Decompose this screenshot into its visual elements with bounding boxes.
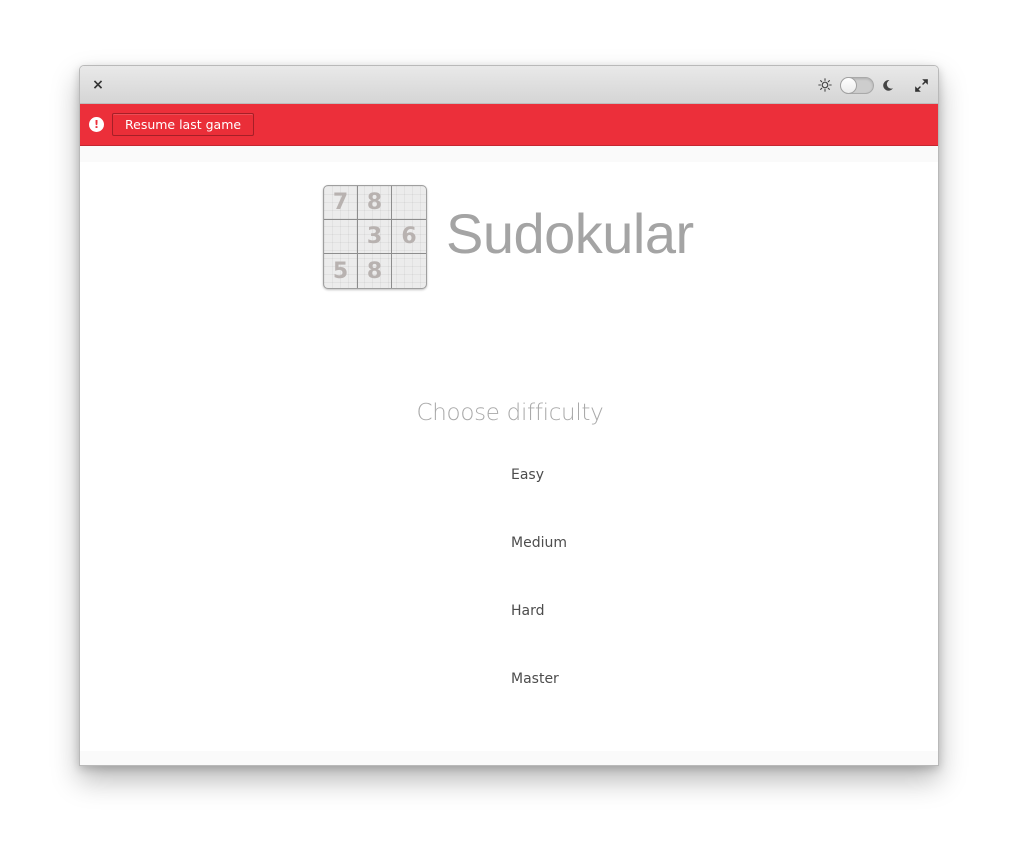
exclamation-icon: ! <box>89 117 104 132</box>
close-button[interactable]: × <box>89 75 107 95</box>
app-title: Sudokular <box>446 202 694 265</box>
difficulty-medium-button[interactable]: Medium <box>511 535 567 551</box>
difficulty-easy-button[interactable]: Easy <box>511 467 544 483</box>
logo-cell: 6 <box>392 220 426 254</box>
logo-cell: 3 <box>358 220 392 254</box>
logo-cell: 8 <box>358 186 392 220</box>
dark-mode-switch[interactable] <box>840 77 874 94</box>
logo-cell <box>392 186 426 220</box>
resume-infobar: ! Resume last game <box>80 104 938 146</box>
sun-icon <box>818 78 832 92</box>
sudoku-logo: 7 8 3 6 5 8 <box>323 185 427 289</box>
difficulty-heading: Choose difficulty <box>416 400 604 426</box>
logo-cell <box>324 220 358 254</box>
switch-knob <box>840 77 857 94</box>
logo-cell: 5 <box>324 254 358 288</box>
logo-cell: 8 <box>358 254 392 288</box>
logo-cell: 7 <box>324 186 358 220</box>
maximize-icon[interactable] <box>914 78 929 93</box>
moon-icon <box>883 80 893 91</box>
difficulty-master-button[interactable]: Master <box>511 671 559 687</box>
difficulty-hard-button[interactable]: Hard <box>511 603 545 619</box>
title-bar: × <box>80 66 938 104</box>
main-content: 7 8 3 6 5 8 Sudokular Choose difficulty … <box>80 162 938 751</box>
exclamation-glyph: ! <box>93 118 100 131</box>
resume-last-game-button[interactable]: Resume last game <box>112 113 255 136</box>
logo-cell <box>392 254 426 288</box>
app-window: × ! Resume last game 7 8 3 6 5 8 Sudokul… <box>79 65 939 766</box>
